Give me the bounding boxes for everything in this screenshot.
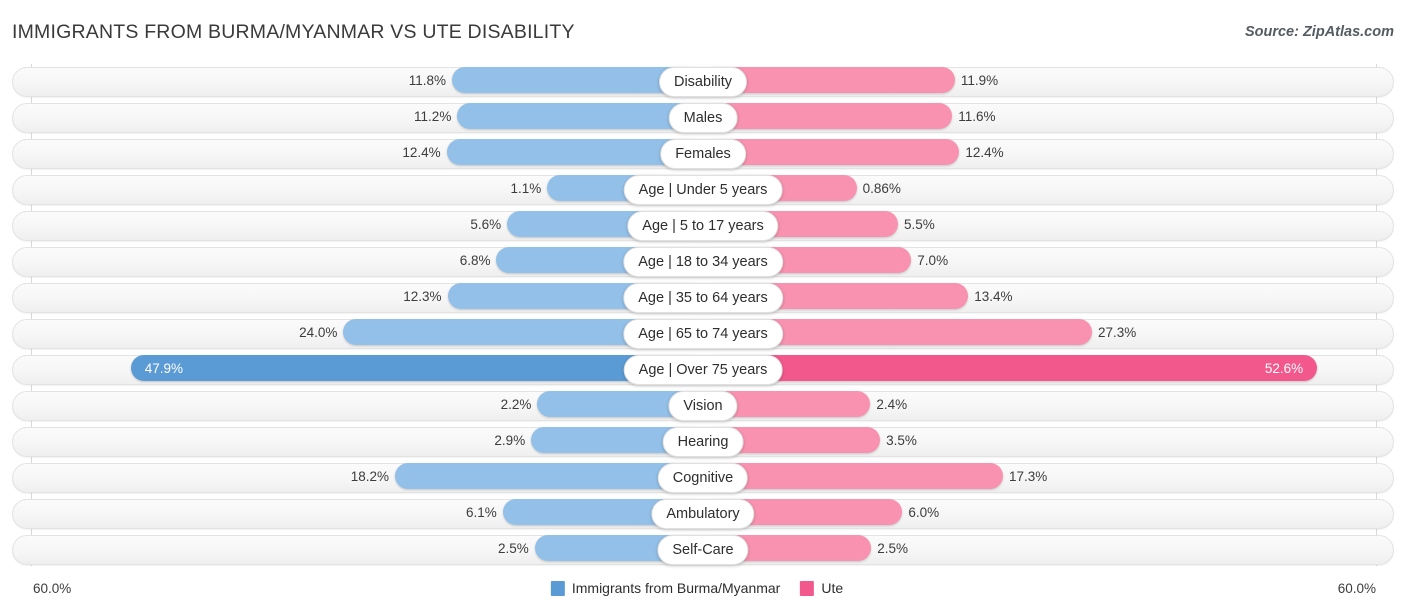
- value-label-left: 47.9%: [145, 361, 183, 376]
- category-label-pill: Age | 35 to 64 years: [623, 283, 783, 313]
- chart-page: IMMIGRANTS FROM BURMA/MYANMAR VS UTE DIS…: [0, 0, 1406, 612]
- value-label-right: 6.0%: [908, 505, 939, 520]
- category-label-pill: Females: [660, 139, 746, 169]
- category-label-pill: Vision: [668, 391, 737, 421]
- chart-row: 2.9% 3.5% Hearing: [0, 424, 1406, 460]
- chart-row: 47.9% 52.6% Age | Over 75 years: [0, 352, 1406, 388]
- bar-ute: [703, 463, 1003, 489]
- page-title: IMMIGRANTS FROM BURMA/MYANMAR VS UTE DIS…: [12, 21, 575, 44]
- value-label-left: 18.2%: [351, 469, 389, 484]
- bar-immigrants-burma-myanmar: [131, 355, 703, 381]
- bar-ute: [703, 103, 952, 129]
- legend-label: Immigrants from Burma/Myanmar: [572, 580, 780, 596]
- chart-row: 5.6% 5.5% Age | 5 to 17 years: [0, 208, 1406, 244]
- value-label-left: 5.6%: [470, 217, 501, 232]
- value-label-right: 2.5%: [877, 541, 908, 556]
- chart-footer: 60.0% 60.0% Immigrants from Burma/Myanma…: [0, 576, 1406, 612]
- value-label-left: 24.0%: [299, 325, 337, 340]
- category-label-pill: Age | 18 to 34 years: [623, 247, 783, 277]
- chart-header: IMMIGRANTS FROM BURMA/MYANMAR VS UTE DIS…: [0, 0, 1406, 56]
- chart-row: 12.3% 13.4% Age | 35 to 64 years: [0, 280, 1406, 316]
- chart-row: 2.5% 2.5% Self-Care: [0, 532, 1406, 568]
- chart-row: 12.4% 12.4% Females: [0, 136, 1406, 172]
- value-label-left: 2.9%: [494, 433, 525, 448]
- value-label-left: 2.2%: [501, 397, 532, 412]
- value-label-right: 7.0%: [917, 253, 948, 268]
- legend-item[interactable]: Ute: [800, 580, 843, 596]
- value-label-left: 12.4%: [402, 145, 440, 160]
- chart-row: 24.0% 27.3% Age | 65 to 74 years: [0, 316, 1406, 352]
- value-label-left: 11.8%: [409, 73, 446, 88]
- bar-immigrants-burma-myanmar: [395, 463, 703, 489]
- category-label-pill: Disability: [659, 67, 747, 97]
- category-label-pill: Hearing: [663, 427, 744, 457]
- category-label-pill: Self-Care: [657, 535, 748, 565]
- chart-row: 18.2% 17.3% Cognitive: [0, 460, 1406, 496]
- chart-row: 11.2% 11.6% Males: [0, 100, 1406, 136]
- value-label-right: 12.4%: [965, 145, 1003, 160]
- value-label-right: 52.6%: [1265, 361, 1303, 376]
- legend-swatch-icon: [800, 581, 814, 596]
- value-label-right: 11.6%: [958, 109, 995, 124]
- value-label-left: 6.8%: [460, 253, 491, 268]
- legend-label: Ute: [821, 580, 843, 596]
- bar-ute: [703, 355, 1317, 381]
- category-label-pill: Age | 5 to 17 years: [627, 211, 778, 241]
- category-label-pill: Age | Over 75 years: [624, 355, 783, 385]
- category-label-pill: Males: [669, 103, 738, 133]
- legend-item[interactable]: Immigrants from Burma/Myanmar: [551, 580, 780, 596]
- category-label-pill: Age | Under 5 years: [624, 175, 783, 205]
- chart-row: 11.8% 11.9% Disability: [0, 64, 1406, 100]
- value-label-left: 11.2%: [414, 109, 451, 124]
- value-label-right: 5.5%: [904, 217, 935, 232]
- chart-legend: Immigrants from Burma/Myanmar Ute: [551, 580, 855, 596]
- value-label-left: 6.1%: [466, 505, 497, 520]
- value-label-left: 2.5%: [498, 541, 529, 556]
- axis-max-right: 60.0%: [1338, 581, 1376, 596]
- bar-immigrants-burma-myanmar: [457, 103, 703, 129]
- value-label-right: 17.3%: [1009, 469, 1047, 484]
- value-label-right: 2.4%: [876, 397, 907, 412]
- value-label-right: 3.5%: [886, 433, 917, 448]
- value-label-right: 11.9%: [961, 73, 998, 88]
- chart-row: 2.2% 2.4% Vision: [0, 388, 1406, 424]
- category-label-pill: Cognitive: [658, 463, 748, 493]
- chart-plot-area: 11.8%11.9%Disability11.2%11.6%Males12.4%…: [0, 64, 1406, 576]
- source-attribution: Source: ZipAtlas.com: [1245, 24, 1394, 40]
- value-label-left: 1.1%: [510, 181, 541, 196]
- category-label-pill: Age | 65 to 74 years: [623, 319, 783, 349]
- chart-row: 6.8% 7.0% Age | 18 to 34 years: [0, 244, 1406, 280]
- chart-row: 1.1% 0.86% Age | Under 5 years: [0, 172, 1406, 208]
- value-label-right: 27.3%: [1098, 325, 1136, 340]
- value-label-right: 13.4%: [974, 289, 1012, 304]
- chart-row: 6.1% 6.0% Ambulatory: [0, 496, 1406, 532]
- axis-max-left: 60.0%: [33, 581, 71, 596]
- value-label-right: 0.86%: [863, 181, 901, 196]
- value-label-left: 12.3%: [403, 289, 441, 304]
- category-label-pill: Ambulatory: [651, 499, 754, 529]
- legend-swatch-icon: [551, 581, 565, 596]
